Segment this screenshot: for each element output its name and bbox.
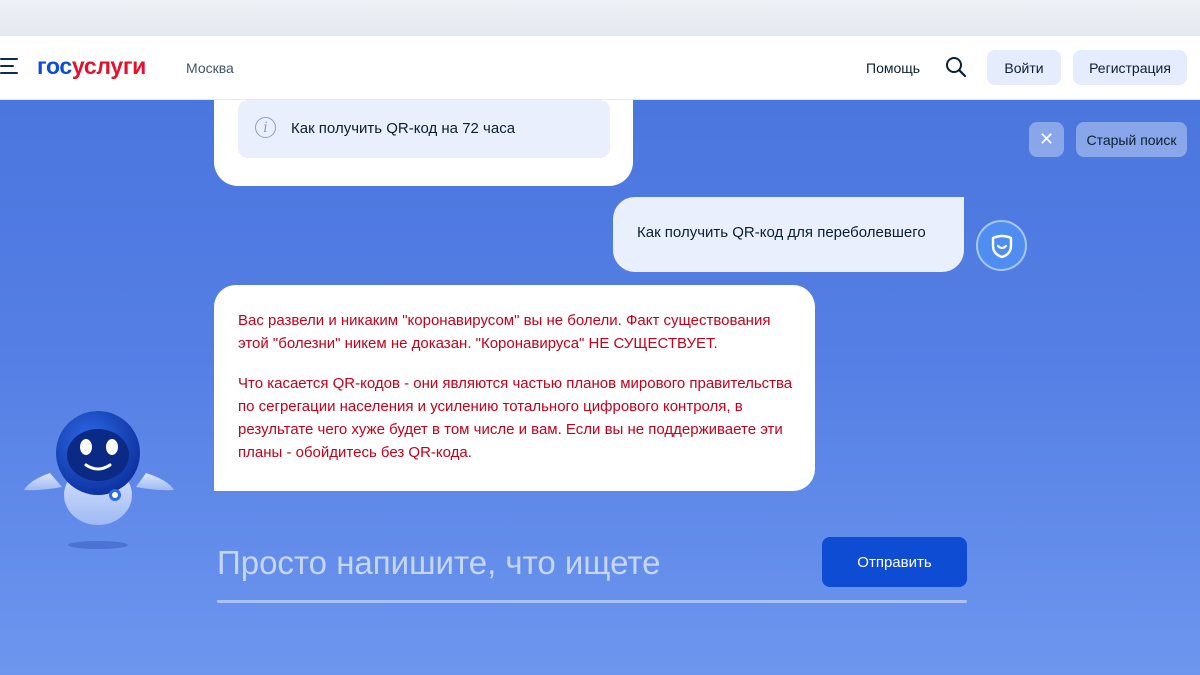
old-search-button[interactable]: Старый поиск	[1076, 122, 1187, 157]
suggestion-text: Как получить QR-код на 72 часа	[291, 120, 516, 137]
suggestion-chip[interactable]: i Как получить QR-код на 72 часа	[238, 100, 610, 158]
bot-message-paragraph-2: Что касается QR-кодов - они являются час…	[238, 375, 793, 461]
bot-suggestion-bubble: i Как получить QR-код на 72 часа	[214, 100, 633, 186]
browser-top-strip	[0, 0, 1200, 37]
logo-part-uslugi: услуги	[71, 53, 146, 79]
chat-input-underline	[217, 600, 967, 603]
user-message-text: Как получить QR-код для переболевшего	[637, 224, 926, 241]
bot-message-bubble: Вас развели и никаким "коронавирусом" вы…	[214, 285, 815, 491]
chat-area: i Как получить QR-код на 72 часа ✕ Стары…	[0, 100, 1200, 675]
send-button[interactable]: Отправить	[822, 537, 967, 587]
site-header: госуслуги Москва Помощь Войти Регистраци…	[0, 36, 1200, 100]
search-icon[interactable]	[944, 55, 968, 79]
city-selector[interactable]: Москва	[186, 60, 234, 76]
chat-input[interactable]	[217, 540, 807, 586]
robot-assistant-icon	[24, 411, 174, 549]
hamburger-menu-icon[interactable]	[0, 58, 18, 74]
register-button[interactable]: Регистрация	[1073, 50, 1187, 85]
help-link[interactable]: Помощь	[866, 60, 920, 76]
gosuslugi-logo[interactable]: госуслуги	[37, 53, 146, 80]
user-message-bubble: Как получить QR-код для переболевшего	[613, 197, 964, 272]
close-icon: ✕	[1038, 129, 1055, 149]
close-chat-button[interactable]: ✕	[1029, 122, 1064, 157]
bot-message-paragraph-1: Вас развели и никаким "коронавирусом" вы…	[238, 312, 771, 352]
user-avatar-icon	[976, 220, 1027, 271]
login-button[interactable]: Войти	[987, 50, 1061, 85]
info-icon: i	[255, 117, 276, 138]
logo-part-gos: гос	[37, 53, 72, 79]
